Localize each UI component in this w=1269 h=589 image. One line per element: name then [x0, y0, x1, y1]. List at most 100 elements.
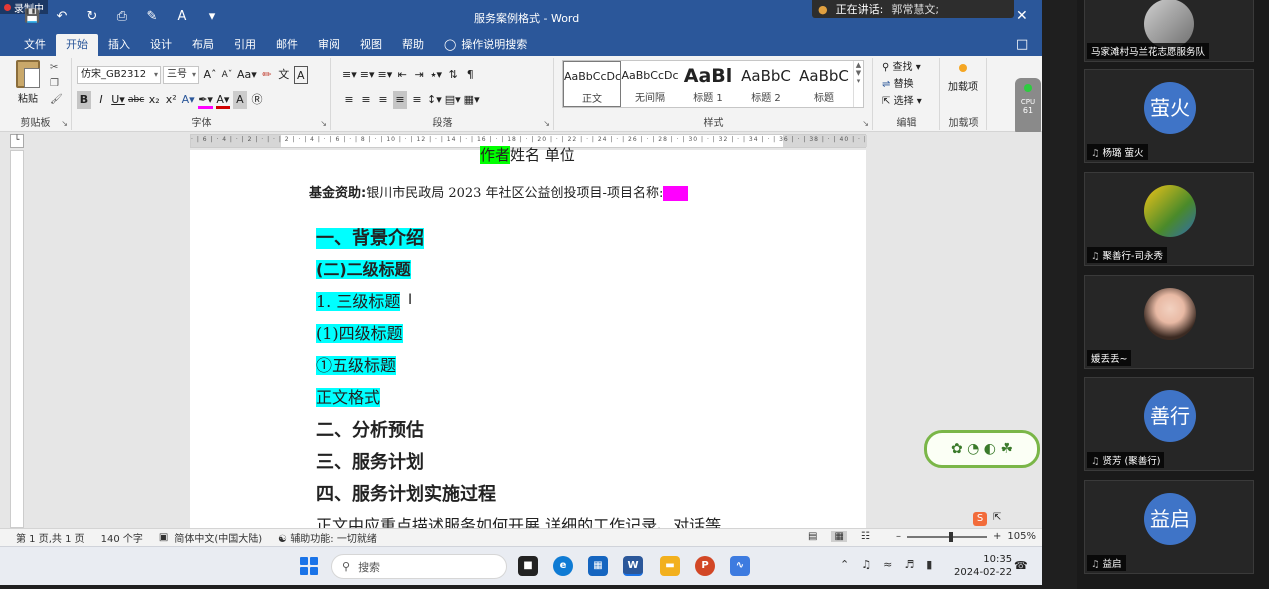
- save-icon[interactable]: 💾: [24, 9, 40, 24]
- replace-button[interactable]: ⇌ 替换: [882, 75, 922, 90]
- clock[interactable]: 10:35 2024-02-22: [954, 553, 1012, 579]
- windows-start-icon[interactable]: [300, 557, 318, 575]
- font-name-select[interactable]: 仿宋_GB2312 ▾: [77, 66, 161, 84]
- page-count[interactable]: 第 1 页,共 1 页: [16, 530, 85, 545]
- accessibility-status[interactable]: ☯ 辅助功能: 一切就绪: [278, 530, 377, 545]
- zoom-in-icon[interactable]: +: [993, 531, 1001, 542]
- zoom-out-icon[interactable]: –: [896, 531, 901, 542]
- underline-icon[interactable]: U▾: [111, 91, 125, 109]
- zoom-slider[interactable]: [907, 531, 988, 542]
- numbering-icon[interactable]: ≡▾: [360, 66, 375, 84]
- cpu-widget[interactable]: CPU 61: [1015, 78, 1041, 136]
- shading-icon[interactable]: ▤▾: [445, 91, 461, 109]
- style-title[interactable]: AaBbC 标题: [795, 61, 853, 107]
- phonetic-guide-icon[interactable]: 文: [277, 66, 291, 84]
- tab-insert[interactable]: 插入: [98, 34, 140, 56]
- comments-icon[interactable]: □: [1016, 37, 1028, 52]
- zoom-knob[interactable]: [949, 531, 954, 542]
- italic-icon[interactable]: I: [94, 91, 108, 109]
- style-no-spacing[interactable]: AaBbCcDc 无间隔: [621, 61, 679, 107]
- copy-icon[interactable]: ❐: [50, 78, 63, 89]
- redo-icon[interactable]: ↻: [84, 9, 100, 24]
- paragraph-launcher-icon[interactable]: ↘: [543, 119, 550, 128]
- paste-button[interactable]: 粘贴: [10, 60, 46, 105]
- participant-tile[interactable]: 萤火 ♫ 杨璐 萤火: [1084, 69, 1254, 163]
- edge-browser-icon[interactable]: e: [553, 556, 573, 576]
- align-center-icon[interactable]: ≡: [359, 91, 373, 109]
- borders-icon[interactable]: ▦▾: [464, 91, 480, 109]
- word-count[interactable]: 140 个字: [101, 530, 143, 545]
- print-layout-icon[interactable]: ▦: [831, 531, 847, 542]
- tab-review[interactable]: 审阅: [308, 34, 350, 56]
- decrease-indent-icon[interactable]: ⇤: [395, 66, 409, 84]
- format-painter-qat-icon[interactable]: ✎: [144, 9, 160, 24]
- shrink-font-icon[interactable]: Aˇ: [220, 66, 234, 84]
- battery-icon[interactable]: ▮: [926, 558, 932, 571]
- tab-selector[interactable]: └: [10, 134, 24, 148]
- char-shading-icon[interactable]: A: [232, 91, 247, 109]
- customize-qat-icon[interactable]: ▾: [204, 9, 220, 24]
- align-left-icon[interactable]: ≡: [342, 91, 356, 109]
- chevron-up-icon[interactable]: ⌃: [840, 558, 849, 571]
- asian-layout-icon[interactable]: ٭▾: [429, 66, 443, 84]
- bullets-icon[interactable]: ≡▾: [342, 66, 357, 84]
- gallery-scroll[interactable]: ▲ ▼ ▾: [853, 61, 863, 107]
- sticky-notes-icon[interactable]: ■: [518, 556, 538, 576]
- print-preview-icon[interactable]: ⎙: [114, 9, 130, 24]
- style-normal[interactable]: AaBbCcDc 正文: [563, 61, 621, 107]
- tab-home[interactable]: 开始: [56, 34, 98, 56]
- taskbar-search[interactable]: ⚲ 搜索: [331, 554, 507, 579]
- notification-icon[interactable]: ☎: [1014, 559, 1028, 572]
- file-explorer-icon[interactable]: ▬: [660, 556, 680, 576]
- multilevel-list-icon[interactable]: ≡▾: [378, 66, 393, 84]
- find-button[interactable]: ⚲ 查找 ▾: [882, 58, 922, 73]
- strikethrough-icon[interactable]: abc: [128, 91, 144, 109]
- line-spacing-icon[interactable]: ↕▾: [427, 91, 442, 109]
- align-right-icon[interactable]: ≡: [376, 91, 390, 109]
- tab-references[interactable]: 引用: [224, 34, 266, 56]
- clipboard-launcher-icon[interactable]: ↘: [61, 119, 68, 128]
- zoom-level[interactable]: 105%: [1007, 531, 1036, 542]
- proofing-icon[interactable]: ▣: [159, 532, 168, 543]
- font-color-icon[interactable]: A▾: [215, 91, 230, 109]
- show-marks-icon[interactable]: ¶: [463, 66, 477, 84]
- style-heading-1[interactable]: AaBl 标题 1: [679, 61, 737, 107]
- clear-format-icon[interactable]: ✏: [260, 66, 274, 84]
- font-color-qat-icon[interactable]: A: [174, 9, 190, 24]
- participant-tile[interactable]: 益启 ♫ 益启: [1084, 480, 1254, 574]
- tab-mailings[interactable]: 邮件: [266, 34, 308, 56]
- document-page[interactable]: 作者姓名 单位 基金资助:银川市民政局 2023 年社区公益创投项目-项目名称:…: [190, 146, 866, 528]
- web-layout-icon[interactable]: ☷: [861, 531, 870, 542]
- tell-me-search[interactable]: ◯ 操作说明搜索: [434, 34, 537, 56]
- sort-icon[interactable]: ⇅: [446, 66, 460, 84]
- superscript-icon[interactable]: x²: [164, 91, 178, 109]
- read-mode-icon[interactable]: ▤: [808, 531, 817, 542]
- vertical-ruler[interactable]: [10, 150, 24, 528]
- addins-button[interactable]: 加载项: [948, 64, 978, 93]
- word-app-icon[interactable]: W: [623, 556, 643, 576]
- tab-design[interactable]: 设计: [140, 34, 182, 56]
- close-icon[interactable]: ✕: [1016, 8, 1028, 24]
- store-icon[interactable]: ▦: [588, 556, 608, 576]
- font-launcher-icon[interactable]: ↘: [320, 119, 327, 128]
- format-painter-icon[interactable]: 🖌: [50, 94, 63, 105]
- participant-tile[interactable]: 马家滩村马兰花志愿服务队: [1084, 0, 1254, 62]
- tab-help[interactable]: 帮助: [392, 34, 434, 56]
- wifi-icon[interactable]: ≈: [883, 558, 892, 571]
- participant-tile[interactable]: ♫ 聚善行-司永秀: [1084, 172, 1254, 266]
- justify-icon[interactable]: ≡: [393, 91, 407, 109]
- increase-indent-icon[interactable]: ⇥: [412, 66, 426, 84]
- distributed-icon[interactable]: ≡: [410, 91, 424, 109]
- font-size-select[interactable]: 三号 ▾: [163, 66, 199, 84]
- participant-tile[interactable]: 善行 ♫ 贤芳 (聚善行): [1084, 377, 1254, 471]
- style-heading-2[interactable]: AaBbC 标题 2: [737, 61, 795, 107]
- tab-layout[interactable]: 布局: [182, 34, 224, 56]
- subscript-icon[interactable]: x₂: [147, 91, 161, 109]
- tab-view[interactable]: 视图: [350, 34, 392, 56]
- grow-font-icon[interactable]: Aˆ: [203, 66, 217, 84]
- styles-launcher-icon[interactable]: ↘: [862, 119, 869, 128]
- cut-icon[interactable]: ✂: [50, 62, 63, 73]
- tab-file[interactable]: 文件: [14, 34, 56, 56]
- char-border-icon[interactable]: A: [293, 66, 308, 84]
- meeting-app-icon[interactable]: ∿: [730, 556, 750, 576]
